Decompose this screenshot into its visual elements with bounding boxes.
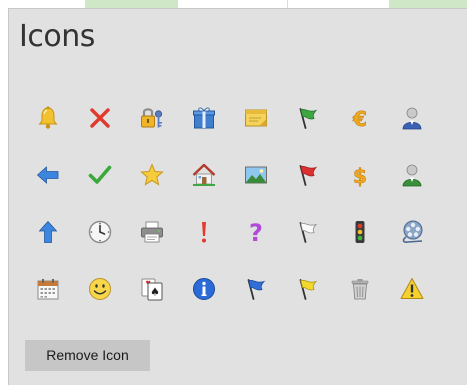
flag-blue-icon[interactable] xyxy=(230,260,282,317)
smiley-icon[interactable] xyxy=(74,260,126,317)
playing-cards-icon[interactable]: ♥ ♠ xyxy=(126,260,178,317)
svg-text:?: ? xyxy=(249,219,263,245)
icon-grid: € $ ? ♠ xyxy=(22,89,462,317)
traffic-light-icon[interactable] xyxy=(334,203,386,260)
gift-icon[interactable] xyxy=(178,89,230,146)
flag-green-icon[interactable] xyxy=(282,89,334,146)
sheet-cell-selected xyxy=(389,0,467,8)
remove-icon-button[interactable]: Remove Icon xyxy=(25,340,150,371)
euro-icon[interactable]: € xyxy=(334,89,386,146)
note-icon[interactable] xyxy=(230,89,282,146)
sheet-cell xyxy=(177,0,288,8)
close-x-icon[interactable] xyxy=(74,89,126,146)
svg-text:♠: ♠ xyxy=(150,285,160,298)
flag-yellow-icon[interactable] xyxy=(282,260,334,317)
check-icon[interactable] xyxy=(74,146,126,203)
picture-icon[interactable] xyxy=(230,146,282,203)
dollar-icon[interactable]: $ xyxy=(334,146,386,203)
panel-title: Icons xyxy=(19,19,95,54)
svg-text:$: $ xyxy=(353,164,367,188)
trash-icon[interactable] xyxy=(334,260,386,317)
user-blue-icon[interactable] xyxy=(386,89,438,146)
exclamation-icon[interactable] xyxy=(178,203,230,260)
user-green-icon[interactable] xyxy=(386,146,438,203)
question-icon[interactable]: ? xyxy=(230,203,282,260)
svg-text:€: € xyxy=(352,107,367,131)
calendar-icon[interactable] xyxy=(22,260,74,317)
arrow-up-icon[interactable] xyxy=(22,203,74,260)
film-reel-icon[interactable] xyxy=(386,203,438,260)
arrow-left-icon[interactable] xyxy=(22,146,74,203)
printer-icon[interactable] xyxy=(126,203,178,260)
star-icon[interactable] xyxy=(126,146,178,203)
sheet-header-strip xyxy=(0,0,467,8)
sheet-cell-selected xyxy=(85,0,177,8)
lock-key-icon[interactable] xyxy=(126,89,178,146)
info-icon[interactable] xyxy=(178,260,230,317)
sheet-cell xyxy=(287,0,390,8)
clock-icon[interactable] xyxy=(74,203,126,260)
flag-white-icon[interactable] xyxy=(282,203,334,260)
warning-icon[interactable] xyxy=(386,260,438,317)
icons-panel: Icons € $ ? ♠ Remove Icon xyxy=(8,8,467,385)
flag-red-icon[interactable] xyxy=(282,146,334,203)
bell-icon[interactable] xyxy=(22,89,74,146)
home-icon[interactable] xyxy=(178,146,230,203)
